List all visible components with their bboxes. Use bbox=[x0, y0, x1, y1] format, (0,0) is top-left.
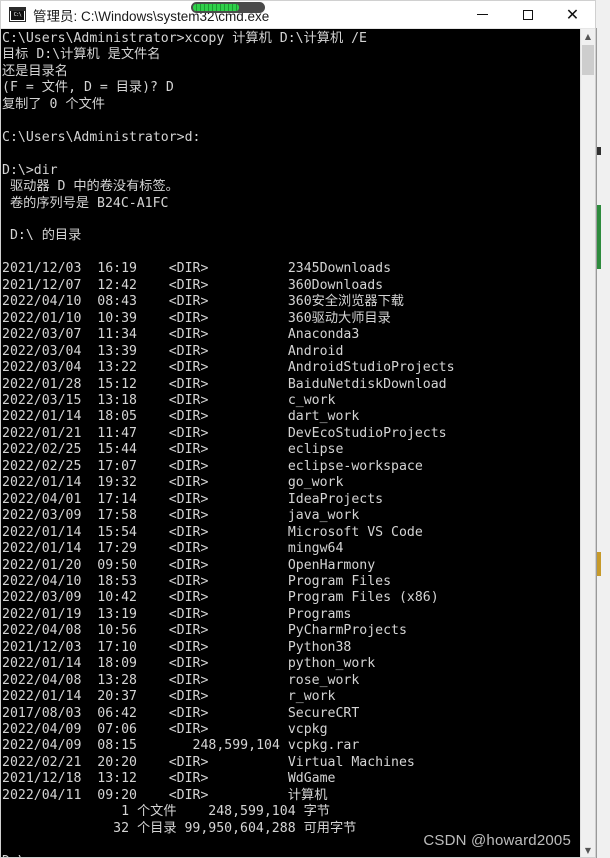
vertical-scrollbar[interactable]: ▲ ▼ bbox=[580, 29, 595, 857]
window-controls: ✕ bbox=[460, 1, 595, 29]
minimize-icon bbox=[477, 14, 488, 15]
window-titlebar[interactable]: 管理员: C:\Windows\system32\cmd.exe ✕ bbox=[1, 1, 595, 29]
cmd-window: 管理员: C:\Windows\system32\cmd.exe ✕ C:\Us… bbox=[0, 0, 596, 858]
screen: 管理员: C:\Windows\system32\cmd.exe ✕ C:\Us… bbox=[0, 0, 610, 858]
progress-indicator bbox=[191, 2, 265, 13]
close-icon: ✕ bbox=[565, 4, 580, 24]
minimize-button[interactable] bbox=[460, 1, 505, 29]
background-green-accent bbox=[597, 205, 601, 269]
console-output-area[interactable]: C:\Users\Administrator>xcopy 计算机 D:\计算机 … bbox=[1, 29, 580, 857]
scroll-down-arrow-icon[interactable]: ▼ bbox=[581, 843, 595, 857]
background-window-mark bbox=[597, 147, 601, 155]
background-amber-accent bbox=[597, 552, 601, 576]
maximize-icon bbox=[522, 9, 533, 20]
cmd-icon bbox=[9, 7, 26, 22]
maximize-button[interactable] bbox=[505, 1, 550, 29]
close-button[interactable]: ✕ bbox=[550, 1, 595, 29]
scroll-up-arrow-icon[interactable]: ▲ bbox=[581, 29, 595, 43]
scrollbar-thumb[interactable] bbox=[582, 45, 594, 75]
progress-indicator-fill bbox=[193, 4, 239, 11]
console-text: C:\Users\Administrator>xcopy 计算机 D:\计算机 … bbox=[2, 31, 455, 857]
